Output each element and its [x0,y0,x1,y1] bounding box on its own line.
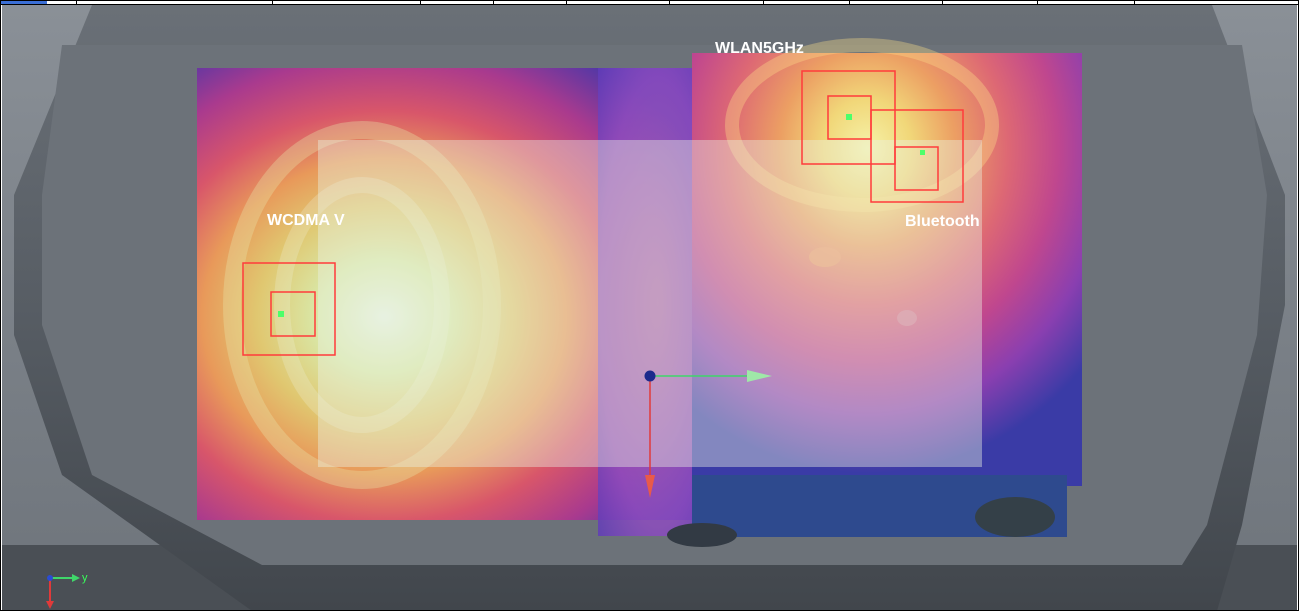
triad-y-label: y [82,572,88,584]
wcdma-peak-point [278,311,284,317]
wlan-label: WLAN5GHz [715,40,804,57]
sar-scan-svg: y WCDMA V WLAN5GHz Bluetooth [2,5,1297,610]
bottom-hole-right [975,497,1055,537]
sar-view-frame: y WCDMA V WLAN5GHz Bluetooth [0,0,1299,611]
bluetooth-peak-point [920,150,925,155]
bottom-hole-left [667,523,737,547]
3d-viewport[interactable]: y WCDMA V WLAN5GHz Bluetooth [2,5,1297,610]
active-tab-indicator[interactable] [1,1,47,4]
axis-origin-icon [644,370,656,382]
wlan-peak-point [846,114,852,120]
wcdma-label: WCDMA V [267,212,345,229]
header-row [1,1,1298,5]
bluetooth-label: Bluetooth [905,213,980,230]
